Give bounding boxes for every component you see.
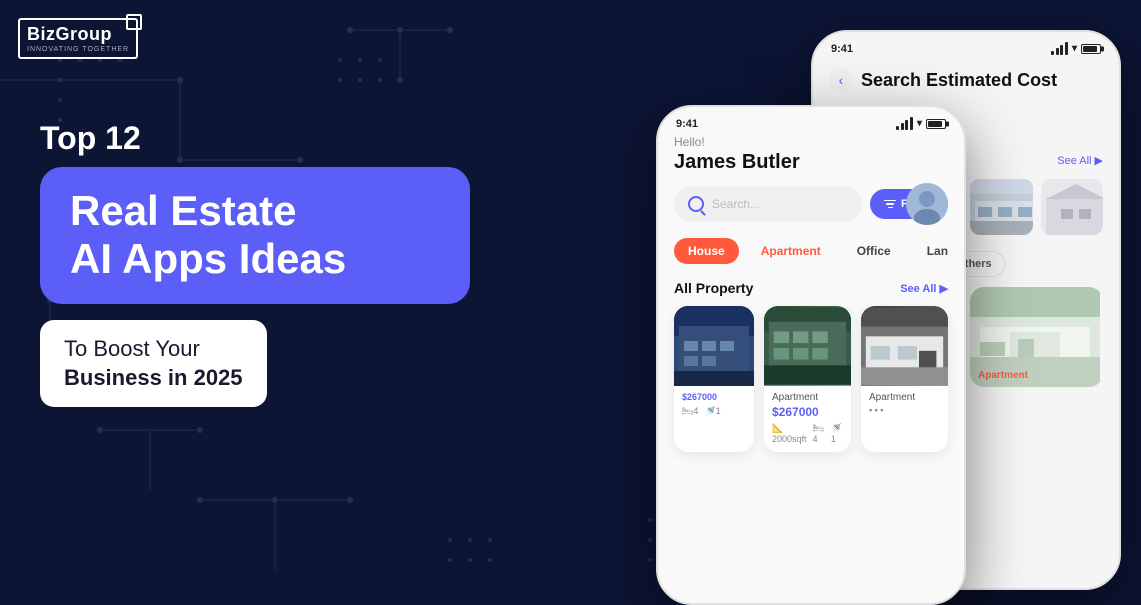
back-time: 9:41	[831, 43, 853, 55]
property-card-1: $267000 🛏4🚿1	[674, 306, 754, 452]
card-3-price: • • •	[869, 405, 940, 415]
main-heading-line1: Real Estate	[70, 187, 296, 234]
logo-text: BizGroup	[27, 24, 129, 45]
house-thumb-4	[1041, 179, 1104, 235]
card-1-price: $267000	[682, 392, 746, 402]
logo: BizGroup INNOVATING TOGETHER	[18, 18, 138, 59]
all-property-header: All Property See All ▶	[674, 280, 948, 296]
front-phone-content: Hello! James Butler Search... Filters Ho…	[658, 135, 964, 452]
card-1-meta: 🛏4🚿1	[682, 406, 746, 417]
tab-land[interactable]: Land	[913, 238, 948, 264]
tab-house[interactable]: House	[674, 238, 739, 264]
property-card-3: Apartment • • •	[861, 306, 948, 452]
search-input[interactable]: Search...	[674, 186, 862, 222]
type-tabs: House Apartment Office Land	[674, 238, 948, 264]
all-property-see-all[interactable]: See All ▶	[900, 282, 948, 295]
main-heading-line2: AI Apps Ideas	[70, 235, 346, 282]
card-3-type: Apartment	[869, 392, 940, 403]
search-ec-header: ‹ Search Estimated Cost	[813, 60, 1119, 104]
wifi-icon: ▾	[1072, 43, 1077, 54]
all-property-title: All Property	[674, 280, 753, 296]
phone-front: 9:41 ▾ Hello! James Butler	[656, 105, 966, 605]
signal-icon	[1051, 42, 1068, 55]
logo-tagline: INNOVATING TOGETHER	[27, 46, 129, 53]
back-prop-img-2: Apartment	[970, 287, 1103, 387]
search-ec-title: Search Estimated Cost	[861, 70, 1057, 91]
filter-icon	[884, 200, 896, 209]
card-3-info: Apartment • • •	[861, 386, 948, 427]
greeting-text: Hello!	[674, 135, 948, 149]
card-3-image	[861, 306, 948, 386]
sub-heading-box: To Boost Your Business in 2025	[40, 320, 267, 407]
card-2-meta: 📐2000sqft 🛏4 🚿1	[772, 423, 843, 444]
house-thumb-3	[970, 179, 1033, 235]
front-battery-icon	[926, 119, 946, 129]
search-placeholder: Search...	[712, 197, 760, 211]
front-status-icons: ▾	[896, 117, 946, 130]
left-content: Top 12 Real Estate AI Apps Ideas To Boos…	[40, 120, 470, 407]
card-1-image	[674, 306, 754, 386]
user-avatar	[906, 183, 948, 225]
card-2-info: Apartment $267000 📐2000sqft 🛏4 🚿1	[764, 386, 851, 452]
user-name: James Butler	[674, 151, 948, 174]
back-prop-card-2: Apartment	[970, 287, 1103, 387]
front-wifi-icon: ▾	[917, 118, 922, 129]
property-cards: $267000 🛏4🚿1	[674, 306, 948, 452]
sub-heading-line1: To Boost Your	[64, 336, 200, 361]
card-2-type: Apartment	[772, 392, 843, 403]
houses-see-all[interactable]: See All ▶	[1057, 154, 1103, 167]
front-signal-icon	[896, 117, 913, 130]
main-heading-box: Real Estate AI Apps Ideas	[40, 167, 470, 304]
tab-apartment[interactable]: Apartment	[747, 238, 835, 264]
search-icon	[688, 196, 704, 212]
sub-heading: To Boost Your Business in 2025	[64, 334, 243, 393]
sub-heading-line2: Business in 2025	[64, 365, 243, 390]
back-button[interactable]: ‹	[829, 68, 853, 92]
property-card-2: Apartment $267000 📐2000sqft 🛏4 🚿1	[764, 306, 851, 452]
back-status-bar: 9:41 ▾	[813, 32, 1119, 60]
card-2-image	[764, 306, 851, 386]
top-number: Top 12	[40, 120, 470, 157]
logo-box: BizGroup INNOVATING TOGETHER	[18, 18, 138, 59]
battery-icon	[1081, 44, 1101, 54]
back-status-icons: ▾	[1051, 42, 1101, 55]
card-2-price: $267000	[772, 405, 843, 419]
card-1-info: $267000 🛏4🚿1	[674, 386, 754, 425]
front-status-bar: 9:41 ▾	[658, 107, 964, 135]
tab-office[interactable]: Office	[843, 238, 905, 264]
main-heading: Real Estate AI Apps Ideas	[70, 187, 440, 284]
front-time: 9:41	[676, 118, 698, 130]
